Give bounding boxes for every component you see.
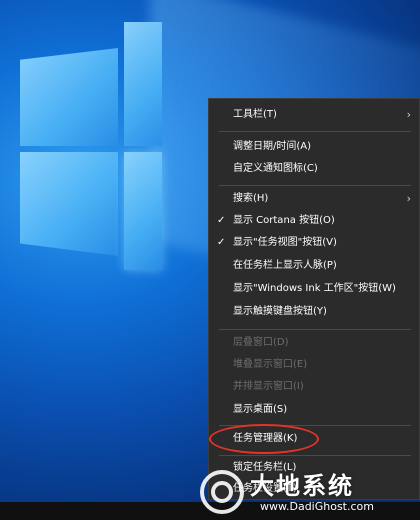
windows-logo-pane	[20, 152, 118, 256]
chevron-right-icon: ›	[406, 108, 411, 121]
windows-logo-pane	[124, 152, 162, 270]
menu-item-label: 显示桌面(S)	[233, 404, 288, 415]
menu-item-show-windows-ink[interactable]: 显示"Windows Ink 工作区"按钮(W)	[209, 279, 419, 299]
menu-item-label: 显示 Cortana 按钮(O)	[233, 215, 335, 226]
menu-item-label: 显示触摸键盘按钮(Y)	[233, 306, 327, 317]
windows-logo-pane	[20, 48, 118, 146]
menu-item-show-cortana-button[interactable]: ✓ 显示 Cortana 按钮(O)	[209, 211, 419, 231]
menu-item-label: 层叠窗口(D)	[233, 337, 289, 348]
menu-item-label: 显示"Windows Ink 工作区"按钮(W)	[233, 283, 396, 294]
menu-item-label: 在任务栏上显示人脉(P)	[233, 260, 337, 271]
menu-item-label: 搜索(H)	[233, 193, 269, 204]
menu-item-stack-windows: 堆叠显示窗口(E)	[209, 355, 419, 375]
watermark-logo-icon	[200, 470, 244, 514]
menu-item-side-by-side-windows: 并排显示窗口(I)	[209, 377, 419, 397]
menu-separator	[219, 455, 411, 456]
menu-item-label: 并排显示窗口(I)	[233, 381, 304, 392]
red-highlight-ellipse	[209, 424, 319, 454]
watermark-url: www.DadiGhost.com	[260, 500, 374, 513]
menu-item-label: 堆叠显示窗口(E)	[233, 359, 308, 370]
chevron-right-icon: ›	[406, 192, 411, 205]
menu-item-search[interactable]: 搜索(H) ›	[209, 189, 419, 209]
menu-item-customize-notification-icons[interactable]: 自定义通知图标(C)	[209, 159, 419, 179]
menu-item-cascade-windows: 层叠窗口(D)	[209, 333, 419, 353]
menu-item-show-touch-keyboard[interactable]: 显示触摸键盘按钮(Y)	[209, 302, 419, 322]
site-watermark: 大地系统 www.DadiGhost.com	[198, 462, 420, 520]
checkmark-icon: ✓	[217, 215, 226, 226]
windows-logo-pane	[124, 22, 162, 146]
checkmark-icon: ✓	[217, 237, 226, 248]
menu-separator	[219, 329, 411, 330]
menu-item-adjust-datetime[interactable]: 调整日期/时间(A)	[209, 137, 419, 157]
menu-item-show-desktop[interactable]: 显示桌面(S)	[209, 400, 419, 420]
menu-item-label: 工具栏(T)	[233, 109, 277, 120]
menu-item-show-people[interactable]: 在任务栏上显示人脉(P)	[209, 256, 419, 276]
menu-item-label: 显示"任务视图"按钮(V)	[233, 237, 337, 248]
watermark-text: 大地系统	[250, 472, 354, 500]
windows-logo	[0, 0, 180, 290]
menu-separator	[219, 185, 411, 186]
menu-item-label: 调整日期/时间(A)	[233, 141, 312, 152]
menu-item-toolbars[interactable]: 工具栏(T) ›	[209, 105, 419, 125]
menu-separator	[219, 131, 411, 132]
menu-item-show-task-view-button[interactable]: ✓ 显示"任务视图"按钮(V)	[209, 233, 419, 253]
menu-item-label: 自定义通知图标(C)	[233, 163, 318, 174]
